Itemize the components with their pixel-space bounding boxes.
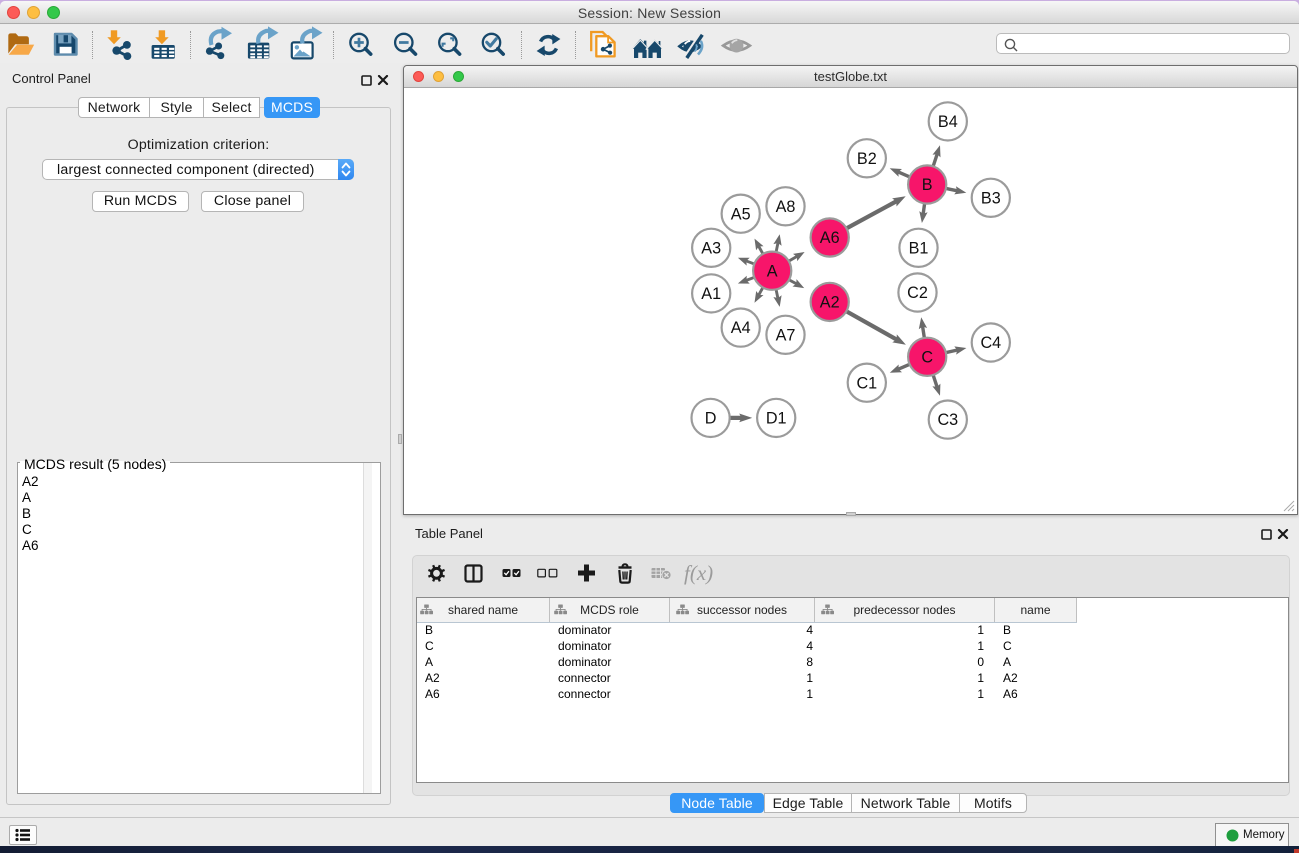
- svg-text:A6: A6: [820, 229, 840, 247]
- svg-text:A3: A3: [701, 239, 721, 257]
- svg-text:A7: A7: [776, 326, 796, 344]
- svg-text:B3: B3: [981, 189, 1001, 207]
- svg-text:A5: A5: [731, 205, 751, 223]
- svg-text:f(x): f(x): [684, 561, 713, 585]
- svg-text:D: D: [705, 410, 717, 428]
- svg-text:C: C: [921, 348, 933, 366]
- svg-text:B4: B4: [938, 113, 958, 131]
- svg-text:B1: B1: [909, 239, 929, 257]
- svg-text:C2: C2: [907, 284, 928, 302]
- svg-text:A: A: [767, 262, 778, 280]
- svg-text:C3: C3: [937, 411, 958, 429]
- svg-text:A1: A1: [701, 285, 721, 303]
- svg-text:C1: C1: [856, 374, 877, 392]
- svg-text:B: B: [922, 176, 933, 194]
- svg-text:A8: A8: [776, 198, 796, 216]
- svg-text:A4: A4: [731, 319, 751, 337]
- svg-text:C4: C4: [980, 334, 1001, 352]
- svg-text:A2: A2: [820, 294, 840, 312]
- svg-text:B2: B2: [857, 150, 877, 168]
- svg-text:D1: D1: [766, 410, 787, 428]
